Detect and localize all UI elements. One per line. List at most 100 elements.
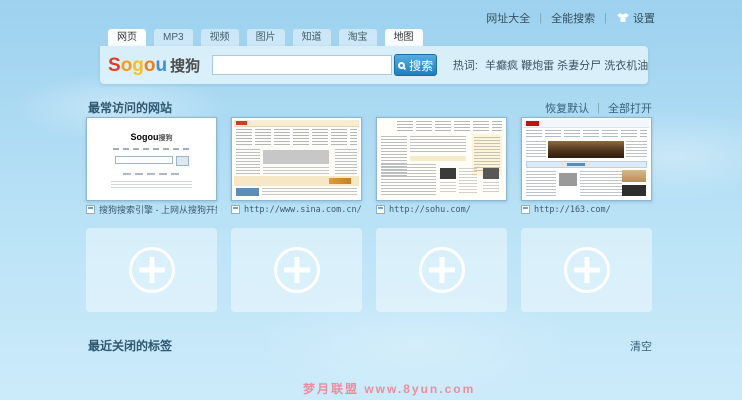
mini-links-row xyxy=(123,173,180,175)
settings-link[interactable]: 设置 xyxy=(616,10,655,26)
site-caption-sina[interactable]: http://www.sina.com.cn/ xyxy=(231,203,362,216)
mini-right-column xyxy=(626,141,647,158)
favicon-icon xyxy=(521,205,530,214)
most-visited-title: 最常访问的网站 xyxy=(88,99,172,116)
mini-photo-dark xyxy=(622,185,646,196)
mini-bottom-article xyxy=(381,164,436,196)
watermark-text: 梦月联盟 www.8yun.com xyxy=(303,380,475,397)
plus-icon xyxy=(274,247,320,293)
logo-letter: o xyxy=(144,56,156,75)
logo-suffix: 搜狗 xyxy=(170,55,200,76)
mini-text-rows xyxy=(263,167,329,174)
clear-link[interactable]: 清空 xyxy=(630,338,652,354)
separator: | xyxy=(597,102,600,114)
mini-center-text xyxy=(410,136,466,154)
site-thumbnail-163[interactable] xyxy=(521,117,652,201)
site-thumbnail-sogou[interactable]: Sogou搜狗 xyxy=(86,117,217,201)
mini-sogou-logo: Sogou搜狗 xyxy=(89,133,214,143)
mini-bottom-text xyxy=(262,188,357,197)
mini-photo-2 xyxy=(483,168,499,179)
start-page: 网址大全 | 全能搜索 | 设置 网页 MP3 视频 图片 知道 淘宝 地图 S… xyxy=(0,0,742,400)
search-input[interactable] xyxy=(212,55,392,75)
site-thumbnail-sohu[interactable] xyxy=(376,117,507,201)
universal-search-link[interactable]: 全能搜索 xyxy=(551,10,595,26)
add-site-tile[interactable] xyxy=(231,228,362,312)
favicon-icon xyxy=(376,205,385,214)
mini-header-bar xyxy=(524,120,649,128)
mini-ad-banner xyxy=(263,150,329,164)
caption-text: http://163.com/ xyxy=(534,205,611,215)
mini-link-grid xyxy=(236,129,357,146)
site-captions: 搜狗搜索引擎 - 上网从搜狗开始 http://www.sina.com.cn/… xyxy=(86,203,652,216)
mini-search-box xyxy=(115,156,173,164)
add-site-row xyxy=(86,228,652,312)
thumbnail-preview-sina xyxy=(234,120,359,198)
caption-text: http://sohu.com/ xyxy=(389,205,471,215)
mini-photo-gray xyxy=(559,173,577,186)
tab-video[interactable]: 视频 xyxy=(201,29,239,46)
caption-text: http://www.sina.com.cn/ xyxy=(244,205,362,215)
site-caption-sogou[interactable]: 搜狗搜索引擎 - 上网从搜狗开始 xyxy=(86,203,217,216)
logo-letter: u xyxy=(156,56,168,75)
site-caption-sohu[interactable]: http://sohu.com/ xyxy=(376,203,507,216)
mini-left-column xyxy=(526,141,546,158)
recent-tabs-title: 最近关闭的标签 xyxy=(88,337,172,354)
mini-nav-grid xyxy=(526,130,647,139)
logo-letter: o xyxy=(121,56,133,75)
mini-footer-text xyxy=(111,181,192,188)
mini-news-column xyxy=(526,171,556,196)
open-all-link[interactable]: 全部打开 xyxy=(608,100,652,116)
most-visited-header: 最常访问的网站 恢复默认 | 全部打开 xyxy=(88,99,652,116)
mini-photo-tan xyxy=(622,170,646,182)
search-button[interactable]: 搜索 xyxy=(394,54,436,76)
add-site-tile[interactable] xyxy=(86,228,217,312)
tab-web[interactable]: 网页 xyxy=(108,29,146,46)
plus-icon xyxy=(129,247,175,293)
restore-default-link[interactable]: 恢复默认 xyxy=(545,100,589,116)
most-visited-grid: Sogou搜狗 xyxy=(86,117,652,201)
logo-suffix: 搜狗 xyxy=(159,135,173,142)
tab-map[interactable]: 地图 xyxy=(385,29,423,46)
site-caption-163[interactable]: http://163.com/ xyxy=(521,203,652,216)
hotwords-label: 热词: xyxy=(453,60,478,72)
search-icon xyxy=(398,62,405,69)
separator: | xyxy=(604,12,607,24)
skin-icon xyxy=(616,12,630,23)
thumbnail-preview-sohu xyxy=(379,120,504,198)
logo-letter: S xyxy=(108,56,121,75)
search-panel: S o g o u 搜狗 搜索 热词: 羊癫疯 鞭炮雷 杀妻分尸 洗衣机油条 买… xyxy=(100,46,648,84)
site-thumbnail-sina[interactable] xyxy=(231,117,362,201)
site-directory-link[interactable]: 网址大全 xyxy=(486,10,530,26)
tab-mp3[interactable]: MP3 xyxy=(154,29,193,46)
mini-top-links xyxy=(397,121,502,133)
add-site-tile[interactable] xyxy=(376,228,507,312)
thumbnail-preview-sogou: Sogou搜狗 xyxy=(89,120,214,198)
most-visited-actions: 恢复默认 | 全部打开 xyxy=(545,100,652,116)
mini-photo-caption xyxy=(440,182,456,194)
mini-blue-toolbar xyxy=(526,161,647,168)
mini-photo-banner xyxy=(548,141,624,158)
mini-yellow-strip xyxy=(410,156,466,161)
mini-left-column xyxy=(236,149,260,174)
mini-nav-links xyxy=(113,148,190,150)
mini-search-button xyxy=(176,156,189,166)
mini-photo-1 xyxy=(440,168,456,179)
mini-middle-text xyxy=(580,171,622,196)
separator: | xyxy=(539,12,542,24)
mini-header-bar xyxy=(234,120,359,127)
thumbnail-preview-163 xyxy=(524,120,649,198)
hotwords-list[interactable]: 羊癫疯 鞭炮雷 杀妻分尸 洗衣机油条 买… xyxy=(485,60,648,72)
favicon-icon xyxy=(86,205,95,214)
logo-letter: g xyxy=(132,56,144,75)
plus-icon xyxy=(419,247,465,293)
tab-image[interactable]: 图片 xyxy=(247,29,285,46)
header-links: 网址大全 | 全能搜索 | 设置 xyxy=(486,10,655,26)
tab-zhidao[interactable]: 知道 xyxy=(293,29,331,46)
settings-label: 设置 xyxy=(633,13,655,25)
search-button-label: 搜索 xyxy=(409,57,433,74)
sogou-logo[interactable]: S o g o u 搜狗 xyxy=(108,55,200,76)
plus-icon xyxy=(564,247,610,293)
tab-taobao[interactable]: 淘宝 xyxy=(339,29,377,46)
favicon-icon xyxy=(231,205,240,214)
add-site-tile[interactable] xyxy=(521,228,652,312)
